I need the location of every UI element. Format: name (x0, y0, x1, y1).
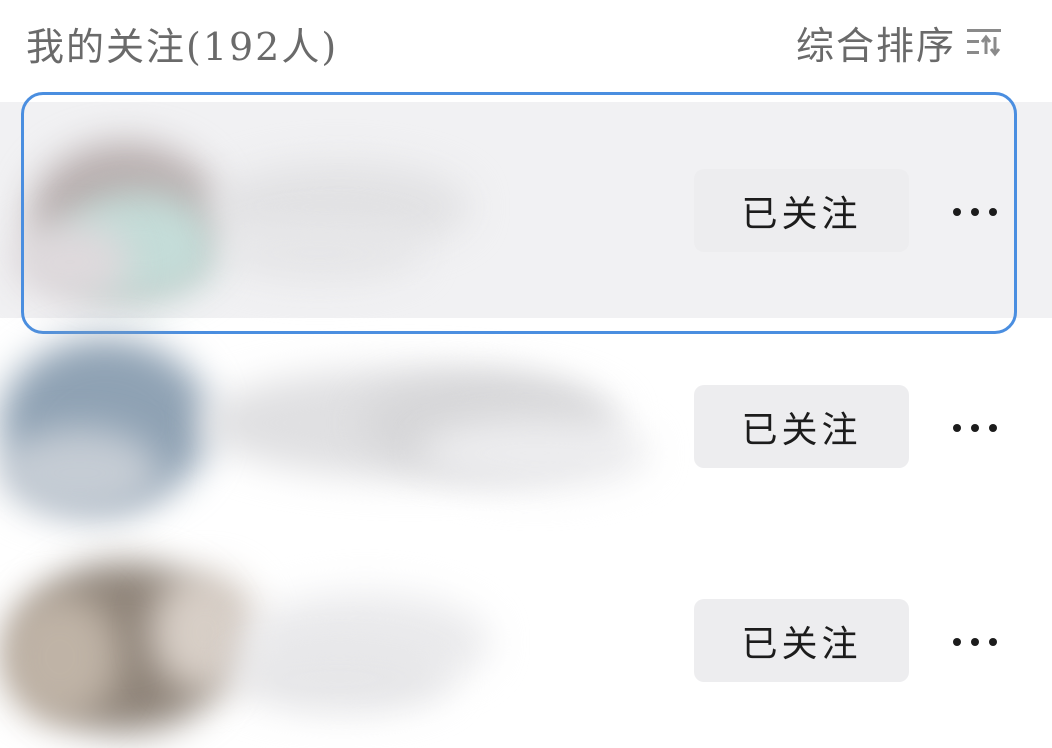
following-list-item[interactable]: 已关注 (0, 532, 1052, 748)
list-header: 我的关注(192人) 综合排序 (0, 0, 1052, 92)
following-count-title: 我的关注(192人) (26, 25, 339, 69)
blurred-user-info (0, 102, 680, 318)
blurred-user-info (0, 532, 680, 748)
blurred-user-info (0, 318, 680, 534)
following-list-item[interactable]: 已关注 (0, 318, 1052, 534)
sort-label: 综合排序 (795, 23, 956, 68)
more-dots-icon[interactable] (940, 182, 1010, 242)
sort-selector[interactable]: 综合排序 (796, 16, 1002, 68)
more-dots-icon[interactable] (940, 398, 1010, 458)
more-dots-icon[interactable] (940, 612, 1010, 672)
following-list-item[interactable]: 已关注 (0, 102, 1052, 318)
followed-button[interactable]: 已关注 (694, 169, 909, 252)
followed-button[interactable]: 已关注 (694, 599, 909, 682)
sort-filter-icon (966, 24, 1002, 60)
followed-button[interactable]: 已关注 (694, 385, 909, 468)
